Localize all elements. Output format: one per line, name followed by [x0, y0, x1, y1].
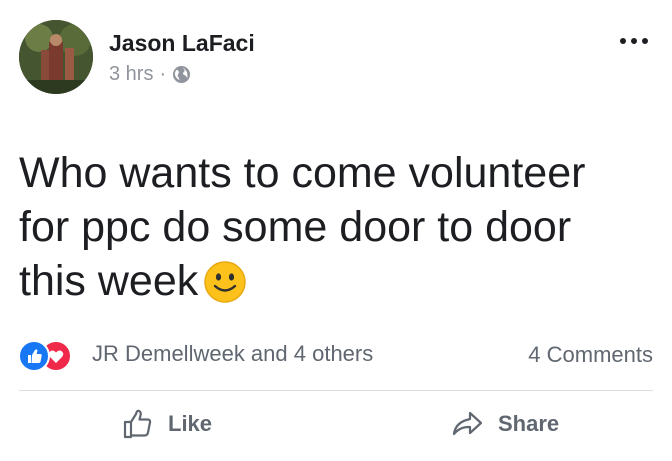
like-label: Like: [168, 411, 213, 436]
post-timestamp[interactable]: 3 hrs: [109, 63, 153, 86]
post-text-container: Who wants to come volunteer for ppc do s…: [19, 146, 639, 308]
smiling-face-emoji-icon: [204, 261, 246, 303]
globe-icon[interactable]: [172, 65, 191, 84]
author-avatar[interactable]: [19, 20, 93, 94]
share-label: Share: [498, 411, 560, 436]
share-arrow-icon: [452, 411, 483, 436]
thumbs-up-icon: [123, 409, 152, 439]
like-reaction-icon: [18, 340, 50, 372]
post-text: Who wants to come volunteer for ppc do s…: [19, 149, 586, 305]
meta-separator: ·: [159, 63, 167, 85]
author-name[interactable]: Jason LaFaci: [109, 30, 255, 57]
more-dot: [620, 38, 626, 44]
reactions-summary[interactable]: JR Demellweek and 4 others: [18, 340, 373, 372]
like-button[interactable]: Like: [120, 404, 212, 444]
reactors-text[interactable]: JR Demellweek and 4 others: [92, 341, 373, 367]
post-meta: 3 hrs ·: [109, 63, 191, 86]
divider: [19, 390, 653, 391]
share-button[interactable]: Share: [450, 404, 559, 444]
more-dot: [631, 38, 637, 44]
more-dot: [642, 38, 648, 44]
comments-count-link[interactable]: 4 Comments: [528, 342, 653, 368]
post-card: Jason LaFaci 3 hrs · Who wants to come v…: [0, 0, 672, 461]
reaction-icons: [18, 340, 78, 372]
more-options-button[interactable]: [620, 38, 648, 44]
